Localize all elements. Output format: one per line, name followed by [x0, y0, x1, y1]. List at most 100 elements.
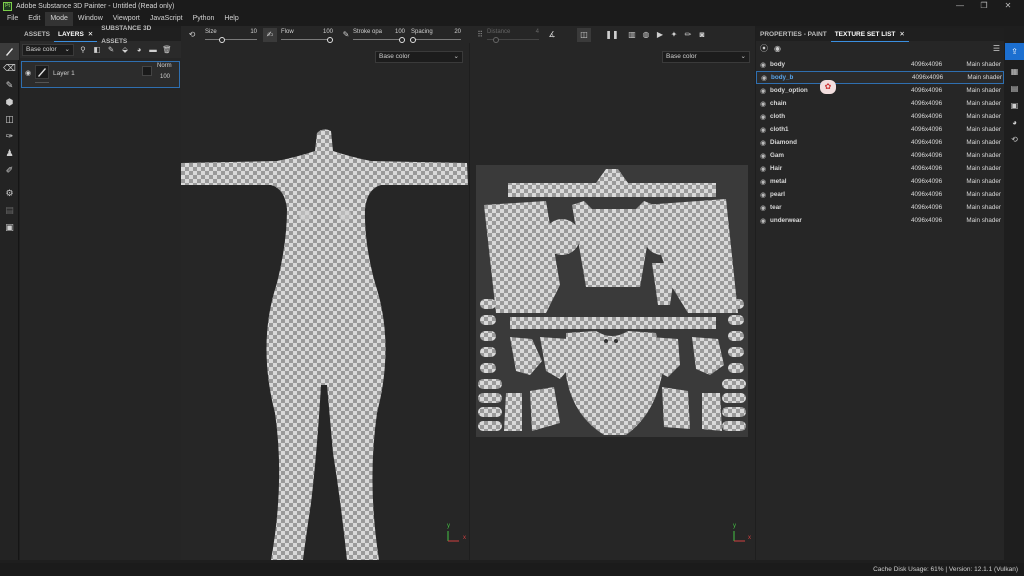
- texture-set-row[interactable]: ◉ tear 4096x4096 Main shader: [756, 201, 1004, 214]
- render-mode-icon[interactable]: ✦: [667, 28, 681, 42]
- paint-brush-tool[interactable]: [0, 43, 19, 60]
- viewport-3d-channel-dropdown[interactable]: Base color ⌄: [375, 51, 463, 63]
- menu-python[interactable]: Python: [188, 12, 220, 26]
- eye-icon[interactable]: ◉: [756, 191, 770, 199]
- tab-assets[interactable]: ASSETS: [20, 28, 54, 41]
- visibility-settings-icon[interactable]: ⦿: [760, 43, 768, 54]
- eye-icon[interactable]: ◉: [756, 178, 770, 186]
- material-picker-tool[interactable]: ✐: [0, 162, 19, 179]
- slider-knob[interactable]: [327, 36, 333, 43]
- texture-set-row[interactable]: ◉ cloth1 4096x4096 Main shader: [756, 123, 1004, 136]
- pen-pressure-icon[interactable]: ✍: [263, 27, 277, 42]
- texture-set-shader[interactable]: Main shader: [956, 74, 1002, 81]
- delete-layer-icon[interactable]: 🗑: [162, 45, 172, 54]
- layer-opacity[interactable]: 100: [160, 74, 170, 80]
- tab-substance-3d-assets[interactable]: SUBSTANCE 3D ASSETS: [97, 22, 181, 48]
- distance-slider[interactable]: Distance 4: [487, 29, 539, 43]
- texture-set-shader[interactable]: Main shader: [955, 165, 1001, 172]
- eye-icon[interactable]: ◉: [756, 139, 770, 147]
- texture-set-shader[interactable]: Main shader: [955, 217, 1001, 224]
- close-icon[interactable]: ✕: [899, 31, 904, 38]
- texture-set-row[interactable]: ◉ Gam 4096x4096 Main shader: [756, 149, 1004, 162]
- slider-knob[interactable]: [399, 36, 405, 43]
- texture-set-shader[interactable]: Main shader: [955, 139, 1001, 146]
- texture-set-shader[interactable]: Main shader: [955, 191, 1001, 198]
- texture-set-list-icon[interactable]: ▦: [1005, 63, 1024, 80]
- texture-set-shader[interactable]: Main shader: [955, 113, 1001, 120]
- smudge-tool[interactable]: ◫: [0, 111, 19, 128]
- viewport-2d[interactable]: Base color ⌄ y x: [470, 43, 755, 560]
- geometry-mask-tool[interactable]: ⚙: [0, 185, 19, 202]
- texture-set-shader[interactable]: Main shader: [955, 204, 1001, 211]
- mask-thumbnail[interactable]: [142, 66, 152, 76]
- texture-set-shader[interactable]: Main shader: [955, 178, 1001, 185]
- menu-help[interactable]: Help: [219, 12, 243, 26]
- texture-set-row[interactable]: ◉ chain 4096x4096 Main shader: [756, 97, 1004, 110]
- viewport-2d-channel-dropdown[interactable]: Base color ⌄: [662, 51, 750, 63]
- texture-set-shader[interactable]: Main shader: [955, 152, 1001, 159]
- character-model[interactable]: [181, 123, 469, 560]
- display-mode-icon[interactable]: ▥: [625, 28, 639, 42]
- viewport-sphere-icon[interactable]: ◍: [639, 28, 653, 42]
- slider-knob[interactable]: [410, 36, 416, 43]
- add-mask-icon[interactable]: ◧: [92, 45, 102, 54]
- uv-canvas[interactable]: [476, 165, 748, 437]
- menu-mode[interactable]: Mode: [45, 12, 73, 26]
- tab-texture-set-list[interactable]: TEXTURE SET LIST ✕: [830, 28, 909, 42]
- camera-icon[interactable]: ▶: [653, 28, 667, 42]
- eye-icon[interactable]: ◉: [756, 126, 770, 134]
- maximize-button[interactable]: ❐: [972, 0, 996, 12]
- eye-icon[interactable]: ◉: [756, 204, 770, 212]
- menu-icon[interactable]: ☰: [993, 44, 1000, 53]
- shader-settings-icon[interactable]: ◕: [1005, 114, 1024, 131]
- slider-knob[interactable]: [493, 36, 499, 43]
- display-settings-icon[interactable]: ▣: [1005, 97, 1024, 114]
- texture-set-row[interactable]: ◉ cloth 4096x4096 Main shader: [756, 110, 1004, 123]
- texture-set-row[interactable]: ◉ underwear 4096x4096 Main shader: [756, 214, 1004, 227]
- add-smart-material-icon[interactable]: ◕: [134, 45, 144, 54]
- texture-set-shader[interactable]: Main shader: [955, 61, 1001, 68]
- menu-file[interactable]: File: [2, 12, 23, 26]
- eye-icon[interactable]: ◉: [756, 152, 770, 160]
- spacing-slider[interactable]: Spacing 20: [410, 29, 461, 43]
- export-tool[interactable]: ▣: [0, 219, 19, 236]
- eye-icon[interactable]: ◉: [774, 44, 781, 53]
- texture-set-shader[interactable]: Main shader: [955, 87, 1001, 94]
- texture-set-row[interactable]: ◉ pearl 4096x4096 Main shader: [756, 188, 1004, 201]
- history-icon[interactable]: ⟲: [1005, 131, 1024, 148]
- viewport-3d[interactable]: Base color ⌄ y x: [181, 43, 469, 560]
- eye-icon[interactable]: ◉: [756, 87, 770, 95]
- size-slider[interactable]: Size 10: [205, 29, 257, 43]
- eraser-tool[interactable]: ⌫: [0, 60, 19, 77]
- tab-properties-paint[interactable]: PROPERTIES - PAINT: [756, 28, 831, 41]
- eye-icon[interactable]: ◉: [756, 113, 770, 121]
- pause-icon[interactable]: ❚❚: [605, 28, 619, 42]
- color-picker-tool[interactable]: ♟: [0, 145, 19, 162]
- texture-set-row[interactable]: ◉ body_b 4096x4096 Main shader: [756, 71, 1004, 84]
- eye-icon[interactable]: ◉: [756, 61, 770, 69]
- tab-layers[interactable]: LAYERS ✕: [54, 28, 98, 42]
- polygon-fill-tool[interactable]: ⬢: [0, 94, 19, 111]
- texture-set-row[interactable]: ◉ Hair 4096x4096 Main shader: [756, 162, 1004, 175]
- eye-icon[interactable]: ◉: [756, 100, 770, 108]
- symmetry-icon[interactable]: ◫: [577, 27, 591, 42]
- clone-tool[interactable]: ✑: [0, 128, 19, 145]
- texture-set-shader[interactable]: Main shader: [955, 100, 1001, 107]
- blend-mode[interactable]: Norm: [157, 63, 172, 69]
- eye-icon[interactable]: ◉: [757, 74, 771, 82]
- layer-row[interactable]: ◉ Layer 1 Norm 100: [21, 61, 180, 88]
- texture-set-shader[interactable]: Main shader: [955, 126, 1001, 133]
- texture-set-row[interactable]: ◉ Diamond 4096x4096 Main shader: [756, 136, 1004, 149]
- close-icon[interactable]: ✕: [88, 31, 93, 38]
- screenshot-icon[interactable]: ◙: [695, 28, 709, 42]
- projection-tool[interactable]: ✎: [0, 77, 19, 94]
- add-effect-icon[interactable]: ⚲: [78, 45, 88, 54]
- stroke-opacity-slider[interactable]: Stroke opa 100: [353, 29, 405, 43]
- slider-knob[interactable]: [219, 36, 225, 43]
- stroke-icon[interactable]: ⟲: [185, 28, 199, 42]
- add-folder-icon[interactable]: ▬: [148, 45, 158, 54]
- visibility-eye-icon[interactable]: ◉: [25, 69, 31, 77]
- flow-slider[interactable]: Flow 100: [281, 29, 333, 43]
- texture-set-row[interactable]: ◉ metal 4096x4096 Main shader: [756, 175, 1004, 188]
- close-window-button[interactable]: ✕: [996, 0, 1020, 12]
